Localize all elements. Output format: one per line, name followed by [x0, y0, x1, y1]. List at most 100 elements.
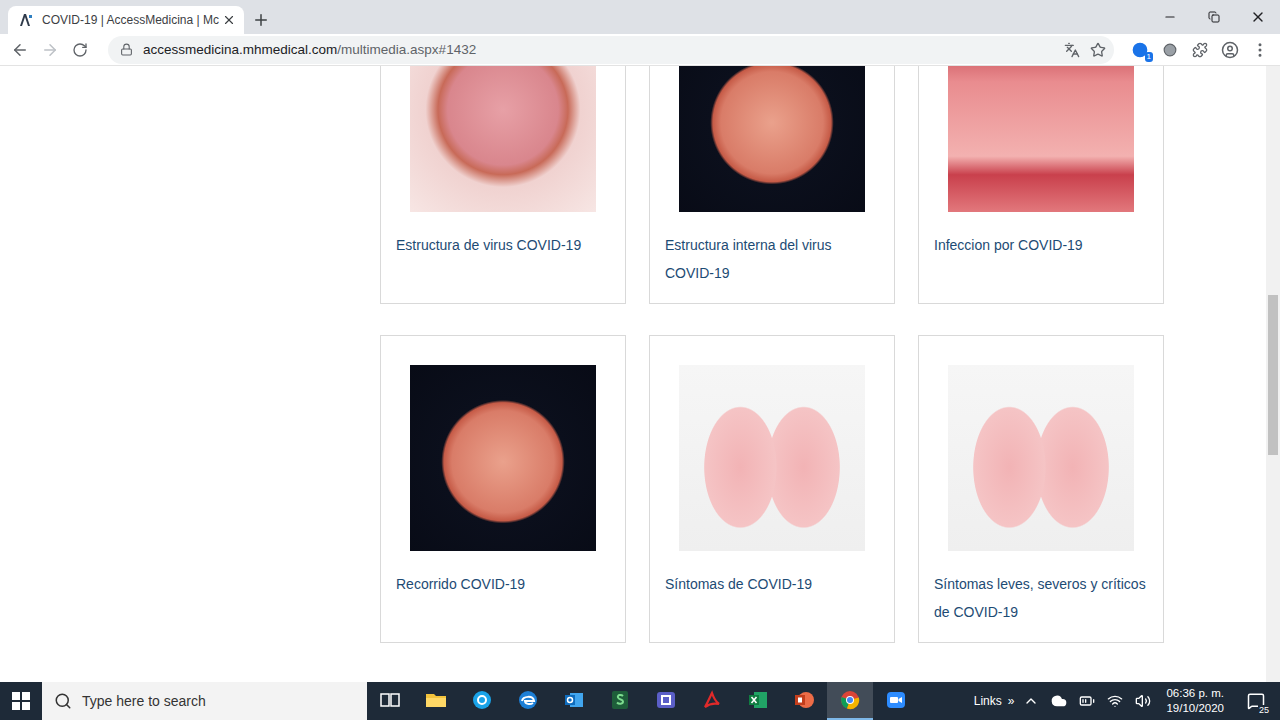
volume[interactable]: [1132, 693, 1154, 709]
browser-toolbar: accessmedicina.mhmedical.com/multimedia.…: [0, 34, 1280, 66]
taskbar-app[interactable]: [735, 682, 781, 720]
system-tray: Links » 06:36 p. m.19/10/2020 25: [974, 682, 1280, 720]
address-bar[interactable]: accessmedicina.mhmedical.com/multimedia.…: [108, 36, 1114, 64]
page-main: Estructura de virus COVID-19 Estructura i…: [0, 66, 1266, 682]
taskbar-app[interactable]: [689, 682, 735, 720]
bookmark-star-icon[interactable]: [1090, 42, 1106, 58]
taskbar-app[interactable]: [873, 682, 919, 720]
media-card[interactable]: Síntomas de COVID-19: [649, 335, 895, 643]
url-domain: accessmedicina.mhmedical.com: [143, 42, 337, 57]
reload-button[interactable]: [66, 36, 94, 64]
sheets-icon: [608, 688, 632, 712]
speaker-icon: [1135, 693, 1151, 709]
window-controls: [1148, 0, 1280, 34]
profile-button[interactable]: [1216, 36, 1244, 64]
forward-arrow-icon: [41, 41, 59, 59]
excel-icon: [746, 688, 770, 712]
url-text: accessmedicina.mhmedical.com/multimedia.…: [143, 42, 476, 57]
screen: COVID-19 | AccessMedicina | Mc accessmedi…: [0, 0, 1280, 720]
extension-button[interactable]: 1: [1126, 36, 1154, 64]
search-icon: [54, 692, 72, 710]
task-view-icon: [378, 688, 402, 712]
media-thumbnail[interactable]: [679, 365, 865, 551]
taskbar-app[interactable]: [459, 682, 505, 720]
extension-badge: 1: [1145, 52, 1153, 62]
media-thumbnail[interactable]: [948, 365, 1134, 551]
close-icon: [1250, 9, 1266, 25]
windows-logo-icon: [12, 692, 30, 710]
media-thumbnail[interactable]: [410, 66, 596, 212]
menu-icon: [1251, 41, 1269, 59]
links-toolbar[interactable]: Links: [974, 694, 1002, 708]
media-thumbnail[interactable]: [948, 66, 1134, 212]
media-title[interactable]: Estructura interna del virus COVID-19: [665, 231, 879, 287]
extension-button[interactable]: [1156, 36, 1184, 64]
scrollbar-thumb[interactable]: [1268, 295, 1278, 455]
media-title[interactable]: Recorrido COVID-19: [396, 570, 610, 598]
chevron-up-icon: [1023, 693, 1039, 709]
puzzle-icon: [1192, 42, 1208, 58]
translate-icon[interactable]: [1064, 42, 1080, 58]
taskbar-app[interactable]: [551, 682, 597, 720]
media-card[interactable]: Estructura interna del virus COVID-19: [649, 66, 895, 304]
action-center[interactable]: 25: [1236, 682, 1276, 720]
links-more[interactable]: »: [1008, 694, 1015, 708]
close-tab-icon[interactable]: [222, 13, 236, 27]
media-title[interactable]: Estructura de virus COVID-19: [396, 231, 610, 259]
media-thumbnail[interactable]: [410, 365, 596, 551]
media-thumbnail[interactable]: [679, 66, 865, 212]
battery[interactable]: [1076, 693, 1098, 709]
explorer-icon: [424, 688, 448, 712]
lock-icon: [120, 43, 133, 56]
browser-tab[interactable]: COVID-19 | AccessMedicina | Mc: [8, 6, 244, 34]
taskbar-app[interactable]: [367, 682, 413, 720]
page: Estructura de virus COVID-19 Estructura i…: [0, 66, 1280, 682]
media-title[interactable]: Infeccion por COVID-19: [934, 231, 1148, 259]
media-title[interactable]: Síntomas leves, severos y críticos de CO…: [934, 570, 1148, 626]
taskbar-search[interactable]: Type here to search: [42, 682, 367, 720]
media-card[interactable]: Infeccion por COVID-19: [918, 66, 1164, 304]
chrome-icon: [838, 688, 862, 712]
menu-button[interactable]: [1246, 36, 1274, 64]
back-arrow-icon: [11, 41, 29, 59]
taskbar-app[interactable]: [597, 682, 643, 720]
tab-title: COVID-19 | AccessMedicina | Mc: [42, 13, 214, 27]
battery-icon: [1079, 693, 1095, 709]
close-button[interactable]: [1236, 0, 1280, 34]
taskbar-app[interactable]: [643, 682, 689, 720]
media-card[interactable]: Recorrido COVID-19: [380, 335, 626, 643]
media-title[interactable]: Síntomas de COVID-19: [665, 570, 879, 598]
taskbar-app[interactable]: [505, 682, 551, 720]
taskbar-app[interactable]: [413, 682, 459, 720]
reload-icon: [72, 42, 88, 58]
site-icon: [18, 12, 34, 28]
profile-icon: [1221, 41, 1239, 59]
extensions-button[interactable]: [1186, 36, 1214, 64]
plus-icon: [252, 11, 270, 29]
new-tab-button[interactable]: [244, 6, 278, 34]
forward-button[interactable]: [36, 36, 64, 64]
media-card[interactable]: Síntomas leves, severos y críticos de CO…: [918, 335, 1164, 643]
multimedia-grid: Estructura de virus COVID-19 Estructura i…: [380, 66, 1266, 643]
onedrive[interactable]: [1048, 693, 1070, 709]
clock-date: 19/10/2020: [1166, 701, 1224, 716]
wifi-icon: [1107, 693, 1123, 709]
notification-count: 25: [1258, 705, 1270, 715]
minimize-button[interactable]: [1148, 0, 1192, 34]
outlook-icon: [562, 688, 586, 712]
media-card[interactable]: Estructura de virus COVID-19: [380, 66, 626, 304]
back-button[interactable]: [6, 36, 34, 64]
taskbar-app[interactable]: [827, 682, 873, 720]
restore-button[interactable]: [1192, 0, 1236, 34]
scrollbar: [1266, 66, 1280, 682]
acrobat-icon: [700, 688, 724, 712]
cloud-icon: [1051, 693, 1067, 709]
taskbar-app[interactable]: [781, 682, 827, 720]
taskbar: Type here to search Links » 06:36 p. m.19/1…: [0, 682, 1280, 720]
clock[interactable]: 06:36 p. m.19/10/2020: [1160, 686, 1230, 716]
tray-overflow[interactable]: [1020, 693, 1042, 709]
network[interactable]: [1104, 693, 1126, 709]
powerpoint-icon: [792, 688, 816, 712]
start-button[interactable]: [0, 682, 42, 720]
clock-time: 06:36 p. m.: [1166, 686, 1224, 701]
